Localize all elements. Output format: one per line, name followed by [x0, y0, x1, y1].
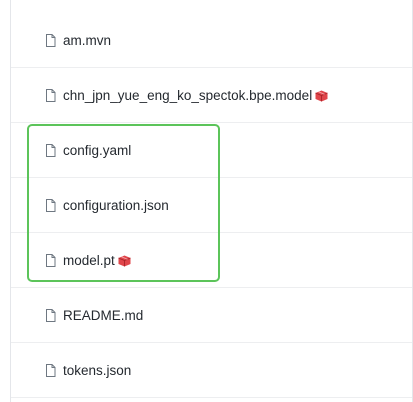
file-row-bpe-model[interactable]: chn_jpn_yue_eng_ko_spectok.bpe.model [11, 68, 412, 123]
file-icon [45, 88, 56, 102]
file-icon [45, 198, 56, 212]
file-row-tokens-json[interactable]: tokens.json [11, 343, 412, 398]
file-icon [45, 33, 56, 47]
file-list: am.mvn chn_jpn_yue_eng_ko_spectok.bpe.mo… [11, 13, 412, 398]
file-row-readme-md[interactable]: README.md [11, 288, 412, 343]
file-name[interactable]: README.md [63, 308, 143, 323]
file-name[interactable]: configuration.json [63, 198, 169, 213]
file-name[interactable]: tokens.json [63, 363, 131, 378]
file-icon [45, 308, 56, 322]
file-icon [45, 253, 56, 267]
file-name[interactable]: model.pt [63, 253, 115, 268]
lfs-package-icon [315, 89, 328, 102]
file-list-panel: am.mvn chn_jpn_yue_eng_ko_spectok.bpe.mo… [0, 0, 413, 402]
file-icon [45, 143, 56, 157]
file-name[interactable]: am.mvn [63, 33, 111, 48]
file-row-model-pt[interactable]: model.pt [11, 233, 412, 288]
lfs-package-icon [118, 254, 131, 267]
file-row-config-yaml[interactable]: config.yaml [11, 123, 412, 178]
file-name[interactable]: chn_jpn_yue_eng_ko_spectok.bpe.model [63, 88, 312, 103]
file-row-am-mvn[interactable]: am.mvn [11, 13, 412, 68]
file-name[interactable]: config.yaml [63, 143, 131, 158]
file-row-configuration-json[interactable]: configuration.json [11, 178, 412, 233]
file-icon [45, 363, 56, 377]
